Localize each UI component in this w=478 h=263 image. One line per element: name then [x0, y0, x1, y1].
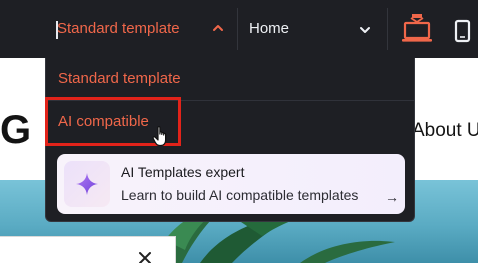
nav-link-about[interactable]: About U: [412, 120, 478, 142]
arrow-right-icon: →: [385, 189, 399, 205]
mobile-view-button[interactable]: [448, 10, 478, 50]
close-icon[interactable]: [138, 251, 152, 263]
page-select-value: Home: [249, 20, 290, 37]
chevron-down-icon: [360, 27, 370, 33]
toolbar-divider: [387, 8, 388, 50]
ai-templates-promo-card[interactable]: AI Templates expert Learn to build AI co…: [57, 154, 405, 214]
page-select[interactable]: Home: [239, 10, 385, 50]
sparkle-icon: [76, 173, 98, 195]
promo-description: Learn to build AI compatible templates: [121, 187, 359, 203]
option-standard-template[interactable]: Standard template: [46, 58, 414, 100]
toolbar-divider: [237, 8, 238, 50]
template-select-value: Standard template: [57, 20, 180, 37]
chevron-up-icon: [213, 25, 223, 31]
site-logo: G: [0, 108, 33, 152]
mobile-icon: [454, 19, 471, 43]
popup-panel: [0, 236, 176, 263]
promo-title: AI Templates expert: [121, 164, 245, 180]
desktop-view-button[interactable]: [397, 10, 437, 50]
editor-toolbar: Standard template Home: [0, 0, 478, 58]
desktop-icon: [402, 14, 432, 42]
hand-cursor-icon: [152, 126, 167, 147]
promo-badge: [64, 161, 110, 207]
option-label: Standard template: [58, 70, 181, 87]
template-select[interactable]: Standard template: [45, 10, 237, 50]
